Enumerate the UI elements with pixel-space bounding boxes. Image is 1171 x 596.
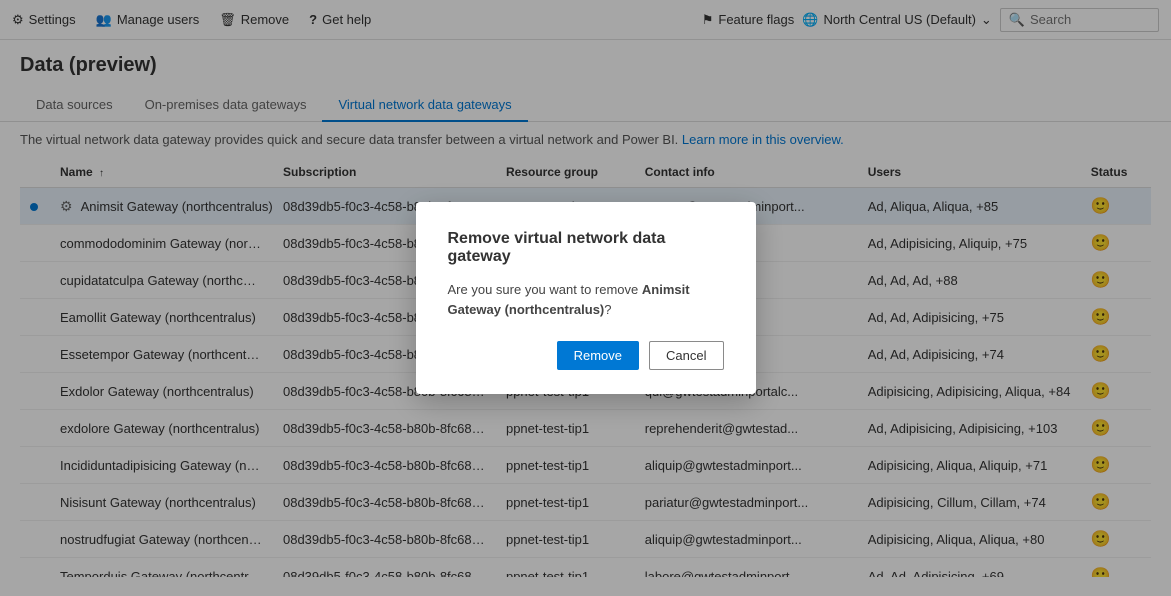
modal-body-text1: Are you sure you want to remove (448, 282, 642, 297)
modal-body-text2: ? (604, 302, 611, 317)
modal-overlay: Remove virtual network data gateway Are … (0, 0, 1171, 596)
modal-title: Remove virtual network data gateway (448, 230, 724, 266)
remove-confirm-button[interactable]: Remove (557, 341, 639, 370)
modal-footer: Remove Cancel (448, 341, 724, 370)
remove-gateway-modal: Remove virtual network data gateway Are … (416, 202, 756, 394)
cancel-button[interactable]: Cancel (649, 341, 723, 370)
modal-body: Are you sure you want to remove Animsit … (448, 280, 724, 319)
